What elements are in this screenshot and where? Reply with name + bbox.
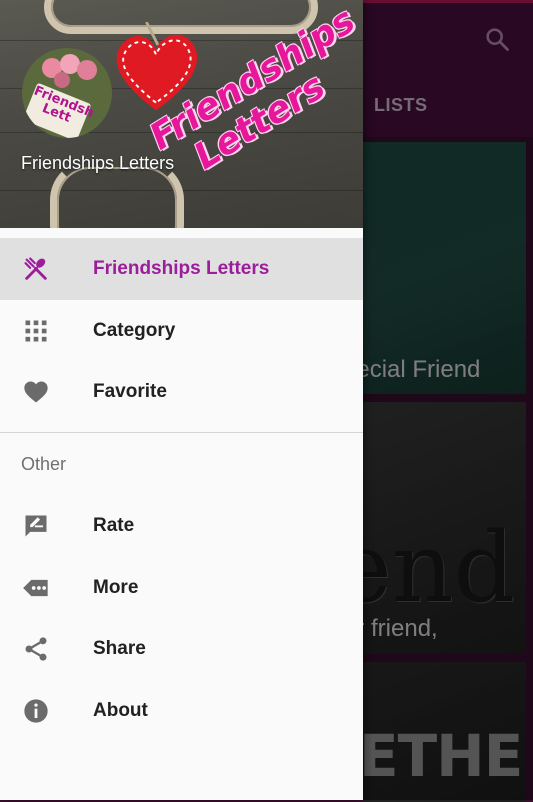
drawer-header: Friendsh Lett Friendships Letters Friend… [0,0,363,228]
menu-item-label: Friendships Letters [93,258,270,279]
menu-item-more[interactable]: More [0,557,363,619]
secondary-menu: Rate More Share About [0,495,363,741]
info-icon [24,698,48,723]
menu-item-rate[interactable]: Rate [0,495,363,557]
drawer-header-title: Friendships Letters [21,153,175,173]
menu-divider [0,432,363,433]
share-icon [25,637,47,661]
note-card: Friendsh Lett [22,82,96,138]
grid-icon [25,320,47,341]
menu-item-category[interactable]: Category [0,300,363,362]
flowers-image [42,54,97,88]
menu-item-share[interactable]: Share [0,618,363,680]
menu-item-label: Favorite [93,381,167,402]
menu-item-about[interactable]: About [0,680,363,742]
menu-item-favorite[interactable]: Favorite [0,361,363,423]
more-icon [23,579,48,596]
menu-item-friendships-letters[interactable]: Friendships Letters [0,238,363,300]
spoon-fork-icon [24,257,47,280]
rate-review-icon [25,515,47,537]
navigation-drawer: Friendsh Lett Friendships Letters Friend… [0,0,363,800]
menu-item-label: Share [93,638,146,659]
primary-menu: Friendships Letters Category Favorite [0,238,363,423]
menu-item-label: More [93,576,139,598]
menu-item-label: Category [93,319,176,341]
avatar: Friendsh Lett [22,48,112,138]
menu-item-label: Rate [93,515,135,536]
menu-item-label: About [93,699,148,721]
heart-icon [24,381,48,403]
section-header-other: Other [21,454,67,474]
